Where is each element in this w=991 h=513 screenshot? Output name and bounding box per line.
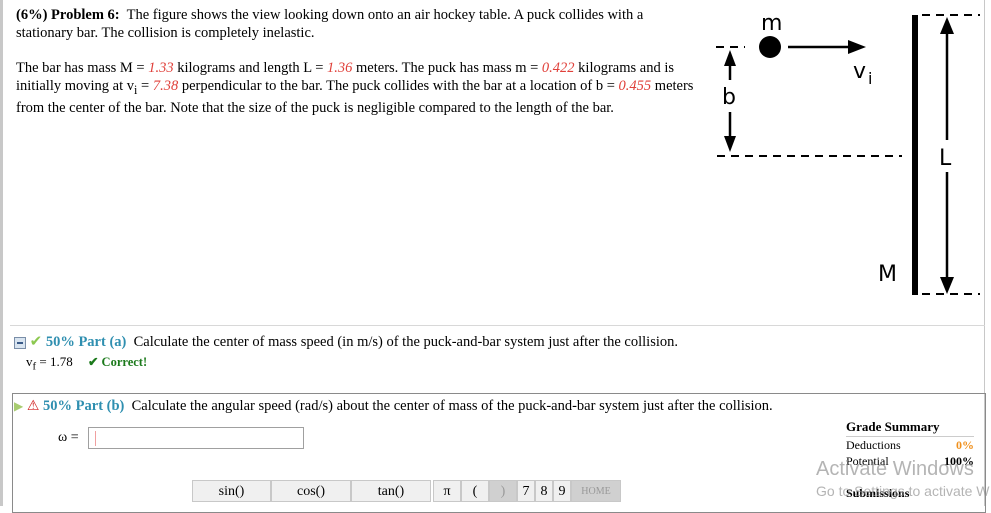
answer-value: = 1.78: [39, 354, 73, 369]
puck-icon: [759, 36, 781, 58]
air-hockey-figure: m v i b L M: [716, 11, 980, 295]
part-a-label: Part (a): [78, 334, 127, 350]
label-m: m: [761, 11, 782, 36]
number-keys: π ( ) 7 8 9 HOME: [433, 480, 621, 502]
part-a-header: ✔ 50% Part (a) Calculate the center of m…: [14, 332, 678, 351]
b-arrowhead-up: [724, 50, 736, 66]
key-close-paren[interactable]: ): [489, 480, 517, 502]
key-sin[interactable]: sin(): [192, 480, 271, 502]
label-vi: v: [853, 59, 866, 84]
problem-text: perpendicular to the bar. The puck colli…: [178, 78, 619, 94]
label-L: L: [939, 146, 952, 171]
part-a-question: Calculate the center of mass speed (in m…: [133, 334, 678, 350]
L-arrowhead-up: [940, 17, 954, 34]
problem-statement: (6%) Problem 6: The figure shows the vie…: [16, 6, 696, 134]
key-pi[interactable]: π: [433, 480, 461, 502]
collapse-icon[interactable]: [14, 336, 26, 349]
function-keys: sin() cos() tan(): [192, 480, 431, 502]
warning-icon: ⚠: [26, 399, 40, 414]
grade-summary-title: Grade Summary: [846, 419, 974, 437]
value-m: 0.422: [541, 60, 575, 76]
key-9[interactable]: 9: [553, 480, 571, 502]
problem-text: =: [137, 78, 153, 94]
key-7[interactable]: 7: [517, 480, 535, 502]
problem-text: The bar has mass M =: [16, 60, 149, 76]
key-cos[interactable]: cos(): [271, 480, 351, 502]
b-arrowhead-down: [724, 136, 736, 152]
part-b-label: Part (b): [75, 398, 125, 414]
key-8[interactable]: 8: [535, 480, 553, 502]
value-b: 0.455: [618, 78, 652, 94]
key-home[interactable]: HOME: [571, 480, 621, 502]
part-a-percent: 50%: [45, 334, 75, 350]
watermark-line1: Activate Windows: [816, 458, 974, 480]
bar-icon: [912, 15, 918, 295]
value-vi: 7.38: [152, 78, 179, 94]
check-icon: ✔: [29, 334, 43, 350]
label-M: M: [878, 262, 897, 287]
part-b-question: Calculate the angular speed (rad/s) abou…: [131, 398, 773, 414]
L-arrowhead-down: [940, 277, 954, 294]
correct-badge: ✔ Correct!: [87, 355, 148, 369]
label-vi-sub: i: [868, 69, 872, 88]
value-M: 1.33: [148, 60, 174, 76]
velocity-arrowhead: [848, 40, 866, 54]
deductions-label: Deductions: [846, 438, 901, 452]
problem-text: kilograms and length L =: [173, 60, 328, 76]
deductions-value: 0%: [956, 438, 974, 452]
expand-arrow-icon[interactable]: ▶: [14, 399, 23, 413]
value-L: 1.36: [327, 60, 353, 76]
answer-subscript: f: [32, 360, 37, 373]
omega-label: ω =: [58, 430, 79, 445]
key-open-paren[interactable]: (: [461, 480, 489, 502]
part-b-percent: 50%: [43, 398, 73, 414]
part-a-answer: vf = 1.78 ✔ Correct!: [26, 354, 147, 373]
section-divider: [10, 325, 985, 326]
activate-windows-watermark: Activate Windows Go to Settings to activ…: [816, 458, 990, 500]
omega-answer-input[interactable]: [88, 427, 304, 449]
deductions-row: Deductions 0%: [846, 437, 974, 453]
part-b-header: ▶ ⚠ 50% Part (b) Calculate the angular s…: [14, 398, 773, 415]
watermark-line2: Go to Settings to activate W: [816, 483, 990, 499]
problem-title: Problem 6:: [51, 7, 120, 23]
problem-text: meters. The puck has mass m =: [352, 60, 542, 76]
key-tan[interactable]: tan(): [351, 480, 431, 502]
problem-weight: (6%): [16, 7, 48, 23]
text-caret: [95, 431, 96, 446]
label-b: b: [722, 85, 736, 110]
